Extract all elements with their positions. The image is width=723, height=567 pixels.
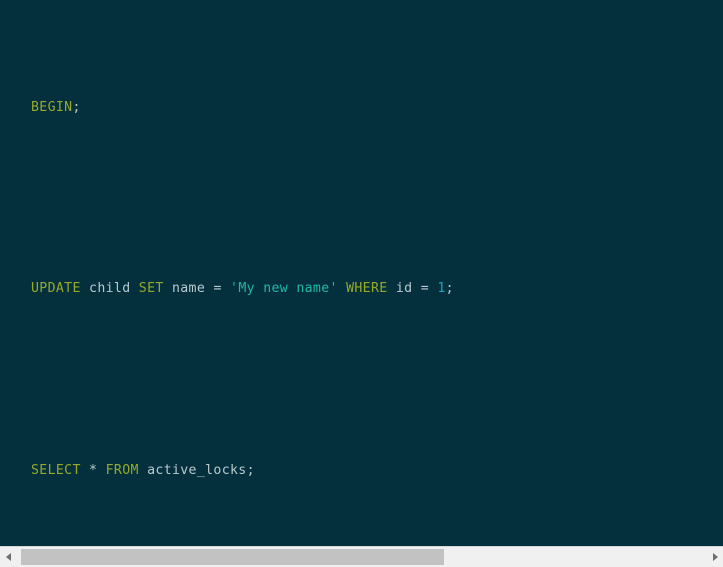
sql-session-transcript: BEGIN; UPDATE child SET name = 'My new n… (0, 6, 723, 546)
statement-update-1: UPDATE child SET name = 'My new name' WH… (31, 278, 723, 301)
scrollbar-thumb[interactable] (21, 549, 444, 565)
triangle-left-icon (5, 553, 11, 561)
keyword-update: UPDATE (31, 281, 81, 297)
statement-begin: BEGIN; (31, 97, 723, 120)
terminal-output-surface: BEGIN; UPDATE child SET name = 'My new n… (0, 0, 723, 546)
update-column: name (171, 281, 206, 297)
begin-terminator: ; (72, 99, 81, 115)
select-star: * (89, 463, 98, 478)
code-viewer: BEGIN; UPDATE child SET name = 'My new n… (0, 0, 723, 567)
update-terminator: ; (445, 281, 454, 297)
update-string-value: 'My new name' (230, 281, 338, 297)
update-id-value: 1 (437, 281, 446, 297)
keyword-where: WHERE (346, 281, 388, 297)
update-equals-2: = (420, 281, 430, 297)
triangle-right-icon (712, 553, 718, 561)
select-terminator: ; (246, 463, 255, 478)
select-view: active_locks (147, 463, 247, 478)
horizontal-scrollbar[interactable] (0, 546, 723, 567)
update-table: child (89, 281, 131, 297)
scroll-left-button[interactable] (0, 547, 17, 567)
update-equals-1: = (213, 281, 222, 297)
update-id-column: id (395, 281, 413, 297)
scroll-right-button[interactable] (706, 547, 723, 567)
statement-select-1: SELECT * FROM active_locks; (31, 460, 723, 483)
keyword-begin: BEGIN (31, 99, 73, 115)
keyword-from: FROM (105, 463, 139, 478)
keyword-select: SELECT (31, 463, 81, 478)
scrollbar-track[interactable] (17, 547, 706, 567)
keyword-set: SET (138, 281, 164, 297)
